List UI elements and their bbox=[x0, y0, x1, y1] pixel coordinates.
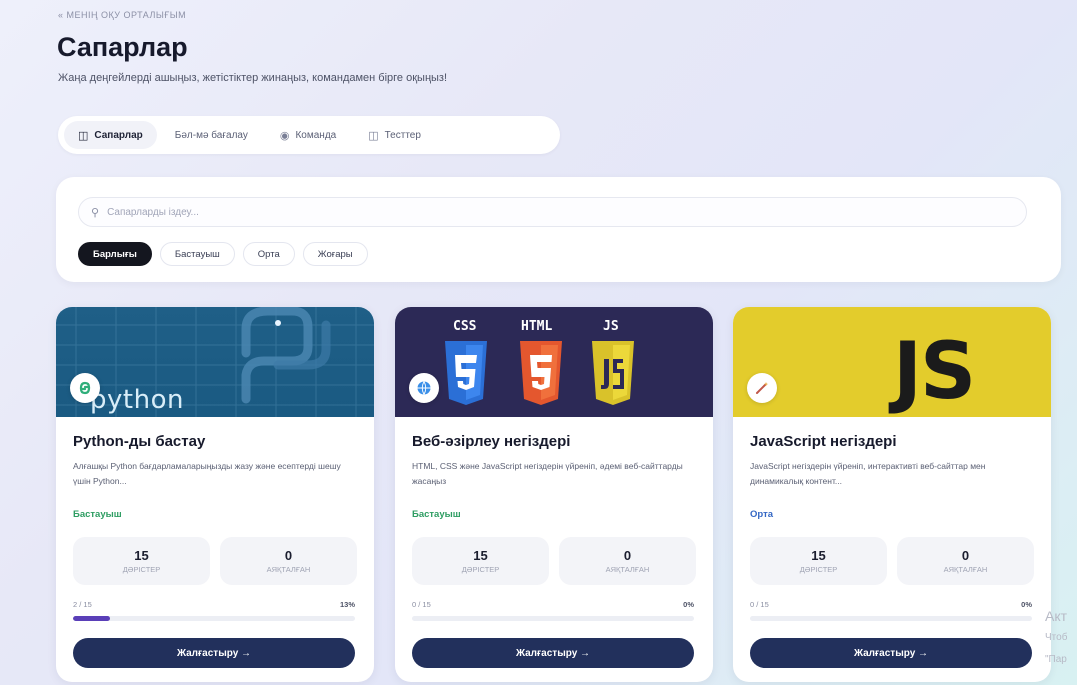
tab-label: Бәл-мә бағалау bbox=[174, 129, 248, 141]
progress-bar-fill bbox=[73, 616, 110, 621]
progress-bar bbox=[412, 616, 694, 621]
breadcrumb-back-link[interactable]: « МЕНІҢ ОҚУ ОРТАЛЫҒЫМ bbox=[58, 10, 186, 20]
tab-label: Тесттер bbox=[384, 129, 421, 141]
team-icon: ◉ bbox=[279, 129, 290, 142]
stat-lessons-caption: ДӘРІСТЕР bbox=[799, 565, 838, 574]
test-icon: ◫ bbox=[368, 129, 379, 142]
tab-self-assessment[interactable]: Бәл-мә бағалау bbox=[161, 121, 262, 149]
cover-html-label: HTML bbox=[521, 319, 553, 334]
section-tabs: ◫ Сапарлар Бәл-мә бағалау ◉ Команда ◫ Те… bbox=[58, 116, 560, 154]
stat-completed-caption: АЯҚТАЛҒАН bbox=[943, 565, 988, 574]
progress-count: 0 / 15 bbox=[750, 600, 769, 609]
tab-team[interactable]: ◉ Команда bbox=[266, 121, 350, 149]
stat-lessons-value: 15 bbox=[473, 548, 488, 563]
os-activation-watermark: Акт Чтоб "Пар bbox=[1045, 605, 1077, 671]
course-cover-image: python bbox=[56, 307, 374, 417]
progress-percent: 0% bbox=[1021, 600, 1032, 609]
book-icon: ◫ bbox=[78, 129, 89, 142]
progress-bar bbox=[750, 616, 1032, 621]
cover-css-label: CSS bbox=[453, 319, 477, 334]
stat-completed-value: 0 bbox=[623, 548, 632, 563]
stat-completed-value: 0 bbox=[284, 548, 293, 563]
course-title: Python-ды бастау bbox=[73, 433, 206, 450]
course-level-badge: Бастауыш bbox=[73, 509, 122, 520]
course-description: HTML, CSS және JavaScript негіздерін үйр… bbox=[412, 461, 683, 486]
stat-completed: 0 АЯҚТАЛҒАН bbox=[559, 537, 696, 585]
progress-bar bbox=[73, 616, 355, 621]
cover-python-text: python bbox=[90, 385, 184, 415]
progress-count: 2 / 15 bbox=[73, 600, 92, 609]
cover-js-label: JS bbox=[603, 319, 619, 334]
stat-lessons-caption: ДӘРІСТЕР bbox=[461, 565, 500, 574]
continue-button[interactable]: Жалғастыру → bbox=[750, 638, 1032, 668]
stat-completed-caption: АЯҚТАЛҒАН bbox=[605, 565, 650, 574]
main-content: « МЕНІҢ ОҚУ ОРТАЛЫҒЫМ Сапарлар Жаңа деңг… bbox=[40, 0, 1070, 685]
course-level-badge: Бастауыш bbox=[412, 509, 461, 520]
globe-icon bbox=[409, 373, 439, 403]
chip-all[interactable]: Барлығы bbox=[78, 242, 152, 266]
course-cover-image: JS bbox=[733, 307, 1051, 417]
progress-percent: 0% bbox=[683, 600, 694, 609]
chip-intermediate[interactable]: Орта bbox=[242, 242, 295, 266]
search-input[interactable] bbox=[107, 206, 908, 218]
stat-completed-value: 0 bbox=[961, 548, 970, 563]
page-title: Сапарлар bbox=[57, 32, 188, 62]
progress-labels: 0 / 15 0% bbox=[750, 600, 1032, 609]
stat-completed-caption: АЯҚТАЛҒАН bbox=[266, 565, 311, 574]
html-css-js-logos bbox=[445, 341, 634, 405]
course-card-web[interactable]: CSS HTML JS Веб-әзірлеу негіздері HTML, … bbox=[395, 307, 713, 682]
progress-labels: 0 / 15 0% bbox=[412, 600, 694, 609]
stat-lessons-value: 15 bbox=[811, 548, 826, 563]
python-logo-icon bbox=[70, 373, 100, 403]
stat-completed: 0 АЯҚТАЛҒАН bbox=[897, 537, 1034, 585]
stat-lessons: 15 ДӘРІСТЕР bbox=[73, 537, 210, 585]
progress-percent: 13% bbox=[339, 600, 355, 609]
chip-advanced[interactable]: Жоғары bbox=[302, 242, 368, 266]
watermark-line: Чтоб bbox=[1045, 632, 1068, 643]
course-title: Веб-әзірлеу негіздері bbox=[412, 433, 571, 450]
stat-lessons: 15 ДӘРІСТЕР bbox=[750, 537, 887, 585]
course-stats: 15 ДӘРІСТЕР 0 АЯҚТАЛҒАН bbox=[412, 537, 696, 585]
tab-journeys[interactable]: ◫ Сапарлар bbox=[64, 121, 157, 149]
continue-button[interactable]: Жалғастыру → bbox=[412, 638, 694, 668]
page-subtitle: Жаңа деңгейлерді ашыңыз, жетістіктер жин… bbox=[58, 72, 448, 84]
wand-icon bbox=[747, 373, 777, 403]
stat-completed: 0 АЯҚТАЛҒАН bbox=[220, 537, 357, 585]
course-level-badge: Орта bbox=[750, 509, 774, 520]
tab-tests[interactable]: ◫ Тесттер bbox=[354, 121, 435, 149]
course-card-javascript[interactable]: JS JavaScript негіздері JavaScript негіз… bbox=[733, 307, 1051, 682]
search-box[interactable]: ⚲ bbox=[78, 197, 1027, 227]
filter-panel: ⚲ Барлығы Бастауыш Орта Жоғары bbox=[56, 177, 1061, 282]
tab-label: Сапарлар bbox=[94, 129, 143, 141]
course-card-python[interactable]: python Python-ды бастау Алғашқы Python б… bbox=[56, 307, 374, 682]
course-cards: python Python-ды бастау Алғашқы Python б… bbox=[56, 307, 1066, 685]
stat-lessons: 15 ДӘРІСТЕР bbox=[412, 537, 549, 585]
stat-lessons-value: 15 bbox=[134, 548, 149, 563]
watermark-line: Акт bbox=[1045, 608, 1068, 624]
level-filter-chips: Барлығы Бастауыш Орта Жоғары bbox=[78, 242, 368, 266]
progress-labels: 2 / 15 13% bbox=[73, 600, 355, 609]
progress-count: 0 / 15 bbox=[412, 600, 431, 609]
course-description: Алғашқы Python бағдарламаларыңызды жазу … bbox=[73, 461, 341, 486]
course-stats: 15 ДӘРІСТЕР 0 АЯҚТАЛҒАН bbox=[750, 537, 1034, 585]
continue-button[interactable]: Жалғастыру → bbox=[73, 638, 355, 668]
course-title: JavaScript негіздері bbox=[750, 433, 897, 450]
chip-beginner[interactable]: Бастауыш bbox=[159, 242, 235, 266]
tab-label: Команда bbox=[295, 129, 337, 141]
cover-js-text: JS bbox=[893, 327, 976, 417]
course-stats: 15 ДӘРІСТЕР 0 АЯҚТАЛҒАН bbox=[73, 537, 357, 585]
course-description: JavaScript негіздерін үйреніп, интеракти… bbox=[750, 461, 986, 486]
watermark-line: "Пар bbox=[1045, 654, 1067, 665]
search-icon: ⚲ bbox=[91, 206, 100, 219]
course-cover-image: CSS HTML JS bbox=[395, 307, 713, 417]
stat-lessons-caption: ДӘРІСТЕР bbox=[122, 565, 161, 574]
